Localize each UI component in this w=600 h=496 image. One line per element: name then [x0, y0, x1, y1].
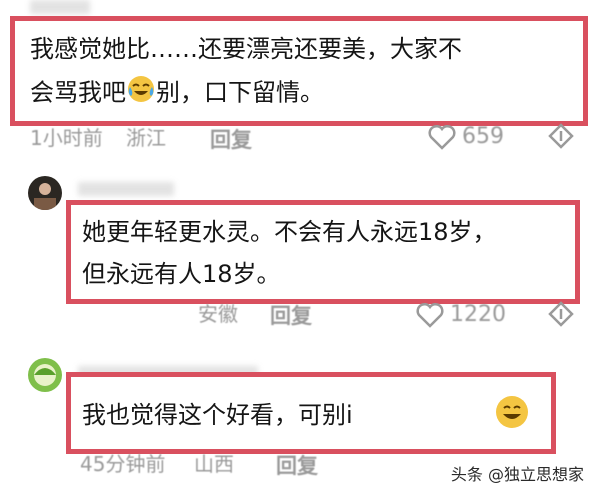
comment-1-reply-button[interactable]: 回复	[210, 124, 252, 154]
avatar[interactable]	[28, 176, 62, 210]
comment-3-time: 45分钟前	[80, 452, 166, 476]
crying-laughing-emoji-icon	[126, 74, 156, 113]
comment-1-like-count: 659	[462, 124, 504, 149]
grinning-emoji-icon	[494, 394, 530, 434]
heart-icon[interactable]	[428, 124, 456, 154]
watermark: 头条 @独立思想家	[451, 464, 584, 486]
comment-1-text-line1: 我感觉她比……还要漂亮还要美，大家不	[30, 35, 462, 63]
comment-3-reply-button[interactable]: 回复	[276, 450, 318, 480]
avatar[interactable]	[28, 358, 62, 392]
comment-3-text: 我也觉得这个好看，可别i	[82, 401, 353, 429]
comment-1-time: 1小时前	[30, 126, 103, 150]
comment-1-text-part-b: 别，口下留情。	[156, 78, 324, 107]
comment-2-location: 安徽	[198, 302, 238, 326]
comment-1-text-line2: 会骂我吧 别，口下留情。	[30, 74, 324, 113]
watermark-source: 头条	[450, 465, 483, 484]
comment-2-text-line2: 但永远有人18岁。	[82, 260, 281, 288]
heart-icon[interactable]	[416, 302, 444, 332]
comment-3-location: 山西	[194, 452, 234, 476]
watermark-account: @独立思想家	[487, 465, 584, 484]
comment-1-text-part-a: 会骂我吧	[30, 78, 126, 107]
blurred-username	[78, 182, 174, 196]
share-icon[interactable]	[546, 122, 576, 154]
comment-2-reply-button[interactable]: 回复	[270, 300, 312, 330]
share-icon[interactable]	[546, 300, 576, 332]
comment-2-like-count: 1220	[450, 302, 506, 327]
comment-1-location: 浙江	[126, 126, 166, 150]
comment-2-text-line1: 她更年轻更水灵。不会有人永远18岁，	[82, 218, 497, 246]
blurred-username	[30, 0, 90, 14]
